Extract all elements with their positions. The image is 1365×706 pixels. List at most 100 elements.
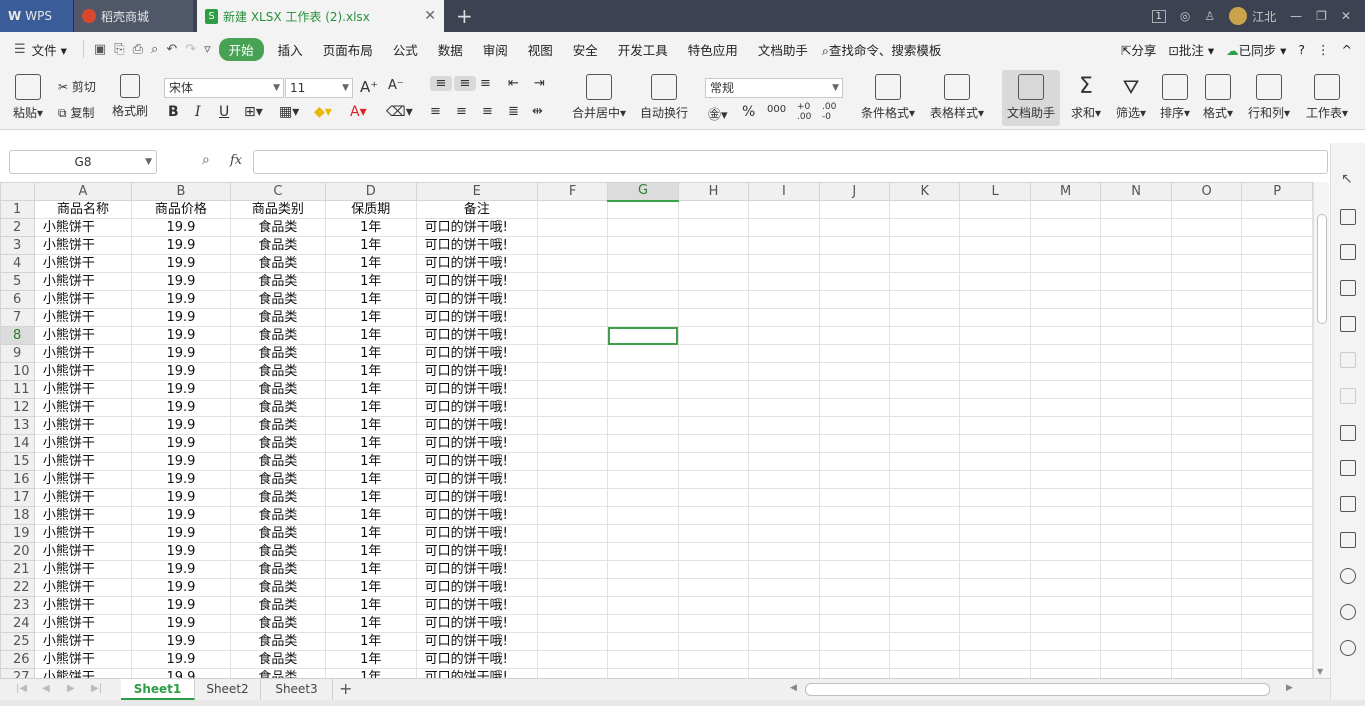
help-circle-icon[interactable] xyxy=(1340,640,1356,656)
vertical-scrollbar[interactable]: ▼ xyxy=(1313,182,1329,678)
cell-l15[interactable] xyxy=(959,452,1031,471)
align-center-icon[interactable]: ≡ xyxy=(456,104,467,119)
cell-e3[interactable]: 可口的饼干哦! xyxy=(415,236,538,255)
cell-j7[interactable] xyxy=(818,308,890,327)
align-bottom-icon[interactable]: ≡ xyxy=(480,76,491,91)
cell-e9[interactable]: 可口的饼干哦! xyxy=(415,344,538,363)
font-size-select[interactable]: 11 ▼ xyxy=(285,78,353,98)
fx-label[interactable]: fx xyxy=(230,153,242,168)
table-style-button[interactable]: 表格样式▾ xyxy=(926,70,988,121)
cell-o15[interactable] xyxy=(1170,452,1243,471)
menu-review[interactable]: 审阅 xyxy=(473,40,518,59)
cell-i17[interactable] xyxy=(748,488,820,507)
column-header-f[interactable]: F xyxy=(536,182,609,201)
cut-button[interactable]: ✂ 剪切 xyxy=(58,78,96,95)
cell-h14[interactable] xyxy=(677,434,750,453)
cell-p24[interactable] xyxy=(1241,614,1313,633)
cell-p8[interactable] xyxy=(1241,326,1313,345)
cell-n16[interactable] xyxy=(1100,470,1172,489)
thousands-icon[interactable]: 000 xyxy=(767,104,786,115)
cell-o7[interactable] xyxy=(1170,308,1243,327)
cell-m4[interactable] xyxy=(1029,254,1102,273)
cell-c26[interactable]: 食品类 xyxy=(229,650,326,669)
row-header-27[interactable]: 27 xyxy=(0,668,35,678)
cell-l19[interactable] xyxy=(959,524,1031,543)
cell-i19[interactable] xyxy=(748,524,820,543)
cell-k25[interactable] xyxy=(888,632,961,651)
decrease-indent-icon[interactable]: ⇤ xyxy=(508,76,519,91)
cell-i25[interactable] xyxy=(748,632,820,651)
cell-o1[interactable] xyxy=(1170,200,1243,219)
cell-j18[interactable] xyxy=(818,506,890,525)
cell-n27[interactable] xyxy=(1100,668,1172,678)
row-header-9[interactable]: 9 xyxy=(0,344,35,363)
cell-h11[interactable] xyxy=(677,380,750,399)
cell-n5[interactable] xyxy=(1100,272,1172,291)
align-right-icon[interactable]: ≡ xyxy=(482,104,493,119)
cell-f20[interactable] xyxy=(536,542,609,561)
cell-n10[interactable] xyxy=(1100,362,1172,381)
cell-d22[interactable]: 1年 xyxy=(324,578,417,597)
cell-f4[interactable] xyxy=(536,254,609,273)
command-search[interactable]: ⌕查找命令、搜索模板 xyxy=(818,40,952,59)
cell-l5[interactable] xyxy=(959,272,1031,291)
cell-d3[interactable]: 1年 xyxy=(324,236,417,255)
fill-style-icon[interactable]: ▦▾ xyxy=(279,104,299,120)
menu-security[interactable]: 安全 xyxy=(563,40,608,59)
history-icon[interactable] xyxy=(1340,604,1356,620)
cell-h7[interactable] xyxy=(677,308,750,327)
cell-h21[interactable] xyxy=(677,560,750,579)
cell-i22[interactable] xyxy=(748,578,820,597)
next-sheet-icon[interactable]: ▶ xyxy=(67,683,75,694)
cell-a23[interactable]: 小熊饼干 xyxy=(33,596,133,615)
cell-n24[interactable] xyxy=(1100,614,1172,633)
cell-g14[interactable] xyxy=(607,434,679,453)
cell-c8[interactable]: 食品类 xyxy=(229,326,326,345)
cell-o5[interactable] xyxy=(1170,272,1243,291)
cell-n15[interactable] xyxy=(1100,452,1172,471)
cell-i7[interactable] xyxy=(748,308,820,327)
scroll-right-icon[interactable]: ▶ xyxy=(1286,683,1293,693)
cell-a27[interactable]: 小熊饼干 xyxy=(33,668,133,678)
cell-b10[interactable]: 19.9 xyxy=(131,362,231,381)
cell-c27[interactable]: 食品类 xyxy=(229,668,326,678)
filter-button[interactable]: ⛛ 筛选▾ xyxy=(1112,70,1150,121)
cell-j4[interactable] xyxy=(818,254,890,273)
cell-b13[interactable]: 19.9 xyxy=(131,416,231,435)
cell-f9[interactable] xyxy=(536,344,609,363)
sum-button[interactable]: Σ 求和▾ xyxy=(1068,70,1104,121)
cell-c24[interactable]: 食品类 xyxy=(229,614,326,633)
cell-h13[interactable] xyxy=(677,416,750,435)
save-icon[interactable]: ▣ xyxy=(94,42,106,57)
cell-d18[interactable]: 1年 xyxy=(324,506,417,525)
shield-icon[interactable] xyxy=(1340,568,1356,584)
cell-g3[interactable] xyxy=(607,236,679,255)
cell-e17[interactable]: 可口的饼干哦! xyxy=(415,488,538,507)
shapes-icon[interactable] xyxy=(1340,209,1356,225)
sheet-tab-1[interactable]: Sheet1 xyxy=(121,679,195,700)
cell-c20[interactable]: 食品类 xyxy=(229,542,326,561)
cell-j15[interactable] xyxy=(818,452,890,471)
distribute-icon[interactable]: ⇹ xyxy=(532,104,543,119)
cell-a2[interactable]: 小熊饼干 xyxy=(33,218,133,237)
picture-icon[interactable] xyxy=(1340,532,1356,548)
cell-p1[interactable] xyxy=(1241,200,1313,219)
scroll-left-icon[interactable]: ◀ xyxy=(790,683,797,693)
cell-k3[interactable] xyxy=(888,236,961,255)
cell-p7[interactable] xyxy=(1241,308,1313,327)
cell-j11[interactable] xyxy=(818,380,890,399)
cell-f10[interactable] xyxy=(536,362,609,381)
italic-icon[interactable]: I xyxy=(195,104,201,120)
cell-n22[interactable] xyxy=(1100,578,1172,597)
cell-m10[interactable] xyxy=(1029,362,1102,381)
cell-n14[interactable] xyxy=(1100,434,1172,453)
cell-l18[interactable] xyxy=(959,506,1031,525)
cell-e6[interactable]: 可口的饼干哦! xyxy=(415,290,538,309)
cell-e4[interactable]: 可口的饼干哦! xyxy=(415,254,538,273)
cell-c4[interactable]: 食品类 xyxy=(229,254,326,273)
cell-i15[interactable] xyxy=(748,452,820,471)
cell-m23[interactable] xyxy=(1029,596,1102,615)
cell-c15[interactable]: 食品类 xyxy=(229,452,326,471)
cell-i5[interactable] xyxy=(748,272,820,291)
cell-e8[interactable]: 可口的饼干哦! xyxy=(415,326,538,345)
